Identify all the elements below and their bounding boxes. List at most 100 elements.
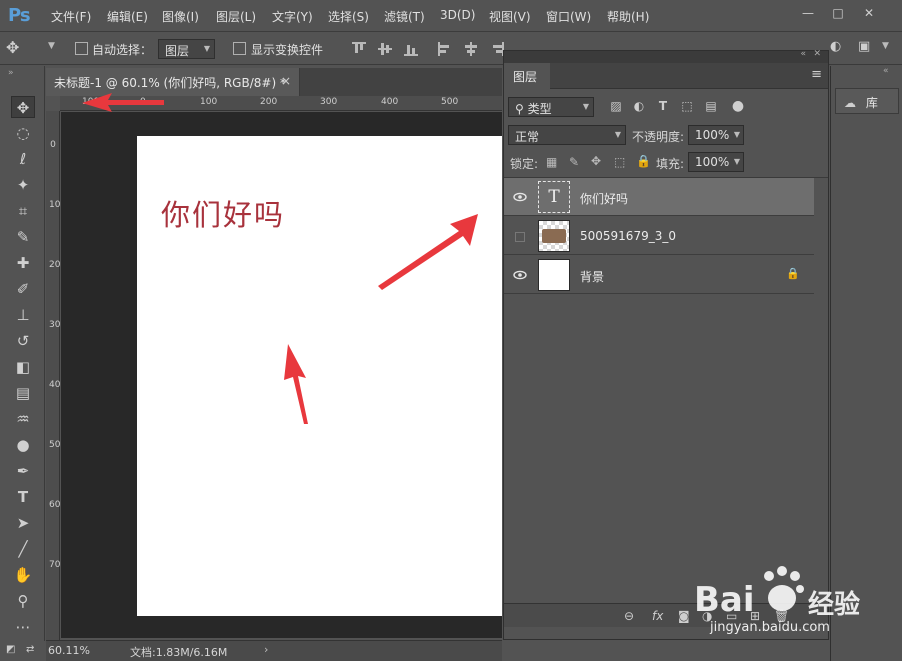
menu-filter[interactable]: 滤镜(T): [384, 8, 425, 25]
layer-row-text[interactable]: T 你们好吗: [504, 178, 814, 216]
opacity-input[interactable]: 100% ▼: [688, 125, 744, 145]
chevron-down-icon[interactable]: ▼: [882, 41, 889, 51]
layer-name[interactable]: 背景: [580, 268, 604, 285]
layers-panel-title[interactable]: 图层: [504, 63, 550, 89]
smart-object-filter-icon[interactable]: ▤: [704, 99, 718, 113]
menu-3d[interactable]: 3D(D): [440, 8, 475, 22]
ruler-tick-label: 0: [50, 140, 56, 150]
move-tool-preset-icon[interactable]: ✥: [6, 38, 19, 57]
fill-input[interactable]: 100% ▼: [688, 152, 744, 172]
healing-brush-tool-icon[interactable]: ✚: [11, 252, 35, 274]
align-top-icon[interactable]: [352, 42, 366, 56]
layer-name[interactable]: 你们好吗: [580, 190, 628, 207]
eraser-tool-icon[interactable]: ◧: [11, 356, 35, 378]
show-transform-checkbox[interactable]: [233, 42, 246, 55]
libraries-button[interactable]: ☁ 库: [835, 88, 899, 114]
eye-icon[interactable]: [512, 267, 528, 283]
shape-filter-icon[interactable]: ⬚: [680, 99, 694, 113]
zoom-tool-icon[interactable]: ⚲: [11, 590, 35, 612]
canvas-text-layer[interactable]: 你们好吗: [161, 192, 285, 234]
align-hcenter-icon[interactable]: [464, 42, 478, 56]
chevron-down-icon: ▼: [203, 44, 210, 53]
annotation-arrow-up-right: [378, 214, 478, 290]
close-tab-icon[interactable]: ×: [281, 74, 291, 88]
blend-mode-dropdown[interactable]: 正常 ▼: [508, 125, 626, 145]
menu-type[interactable]: 文字(Y): [272, 8, 313, 25]
add-mask-icon[interactable]: ◙: [678, 609, 690, 623]
layer-row-image[interactable]: 500591679_3_0: [504, 217, 814, 255]
crop-tool-icon[interactable]: ⌗: [11, 200, 35, 222]
menu-file[interactable]: 文件(F): [51, 8, 91, 25]
hand-tool-icon[interactable]: ✋: [11, 564, 35, 586]
eye-icon[interactable]: [512, 189, 528, 205]
chevron-right-icon[interactable]: ›: [264, 643, 268, 656]
layer-name[interactable]: 500591679_3_0: [580, 229, 676, 243]
pen-tool-icon[interactable]: ✒: [11, 460, 35, 482]
align-bottom-icon[interactable]: [404, 42, 418, 56]
eyedropper-tool-icon[interactable]: ✎: [11, 226, 35, 248]
lock-image-icon[interactable]: ✎: [569, 155, 579, 169]
magic-wand-tool-icon[interactable]: ✦: [11, 174, 35, 196]
blur-tool-icon[interactable]: ♒: [11, 408, 35, 430]
layer-filter-dropdown[interactable]: ⚲ 类型 ▼: [508, 97, 594, 117]
opacity-label: 不透明度:: [632, 130, 685, 144]
move-tool-icon[interactable]: ✥: [11, 96, 35, 118]
restore-button[interactable]: □: [825, 3, 851, 23]
background-layer-thumbnail: [538, 259, 570, 291]
lasso-tool-icon[interactable]: ℓ: [11, 148, 35, 170]
minimize-button[interactable]: —: [795, 3, 821, 23]
show-transform-label: 显示变换控件: [251, 43, 324, 57]
auto-select-checkbox[interactable]: [75, 42, 88, 55]
menu-help[interactable]: 帮助(H): [607, 8, 649, 25]
fill-label: 填充:: [656, 157, 685, 171]
menu-layer[interactable]: 图层(L): [216, 8, 256, 25]
zoom-level[interactable]: 60.11%: [48, 644, 90, 657]
menu-view[interactable]: 视图(V): [489, 8, 531, 25]
layer-style-icon[interactable]: fx: [652, 609, 663, 623]
type-tool-icon[interactable]: T: [11, 486, 35, 508]
chevron-down-icon[interactable]: ▼: [48, 41, 55, 51]
close-panel-icon[interactable]: ✕: [813, 49, 821, 59]
adjustment-filter-icon[interactable]: ◐: [632, 99, 646, 113]
align-left-icon[interactable]: [438, 42, 452, 56]
lock-artboard-icon[interactable]: ⬚: [614, 155, 625, 169]
panel-menu-icon[interactable]: ≡: [811, 67, 822, 82]
lock-transparent-icon[interactable]: ▦: [546, 155, 557, 169]
line-tool-icon[interactable]: ╱: [11, 538, 35, 560]
default-colors-icon[interactable]: ◩: [6, 644, 15, 655]
document-canvas[interactable]: 你们好吗: [137, 136, 502, 616]
more-tools-icon[interactable]: ⋯: [11, 616, 35, 638]
watermark-brand-cn: 经验: [808, 590, 861, 620]
close-button[interactable]: ✕: [856, 3, 882, 23]
lock-position-icon[interactable]: ✥: [591, 154, 601, 168]
ruler-tick-label: 400: [49, 380, 67, 390]
layer-row-background[interactable]: 背景 🔒: [504, 256, 814, 294]
collapse-panel-icon[interactable]: «: [883, 66, 889, 76]
menu-window[interactable]: 窗口(W): [546, 8, 591, 25]
history-brush-tool-icon[interactable]: ↺: [11, 330, 35, 352]
3d-mode-icon[interactable]: ◐: [830, 39, 841, 54]
swap-colors-icon[interactable]: ⇄: [26, 644, 34, 655]
brush-tool-icon[interactable]: ✐: [11, 278, 35, 300]
type-filter-icon[interactable]: T: [656, 99, 670, 113]
search-icon: ⚲: [515, 102, 524, 116]
pixel-filter-icon[interactable]: ▨: [609, 99, 623, 113]
align-right-icon[interactable]: [490, 42, 504, 56]
collapse-panel-icon[interactable]: «: [800, 49, 806, 59]
dodge-tool-icon[interactable]: ●: [11, 434, 35, 456]
menu-edit[interactable]: 编辑(E): [107, 8, 148, 25]
filter-toggle-icon[interactable]: ●: [731, 99, 745, 113]
menu-image[interactable]: 图像(I): [162, 8, 199, 25]
clone-stamp-tool-icon[interactable]: ⊥: [11, 304, 35, 326]
gradient-tool-icon[interactable]: ▤: [11, 382, 35, 404]
marquee-tool-icon[interactable]: ◌: [11, 122, 35, 144]
visibility-empty-icon[interactable]: [515, 232, 525, 242]
lock-all-icon[interactable]: 🔒: [636, 154, 651, 168]
auto-select-dropdown[interactable]: 图层 ▼: [158, 39, 215, 59]
align-vcenter-icon[interactable]: [378, 42, 392, 56]
menu-select[interactable]: 选择(S): [328, 8, 369, 25]
collapse-panel-icon[interactable]: »: [8, 68, 14, 78]
path-selection-tool-icon[interactable]: ➤: [11, 512, 35, 534]
link-layers-icon[interactable]: ⊖: [624, 609, 634, 623]
workspace-icon[interactable]: ▣: [858, 39, 870, 54]
